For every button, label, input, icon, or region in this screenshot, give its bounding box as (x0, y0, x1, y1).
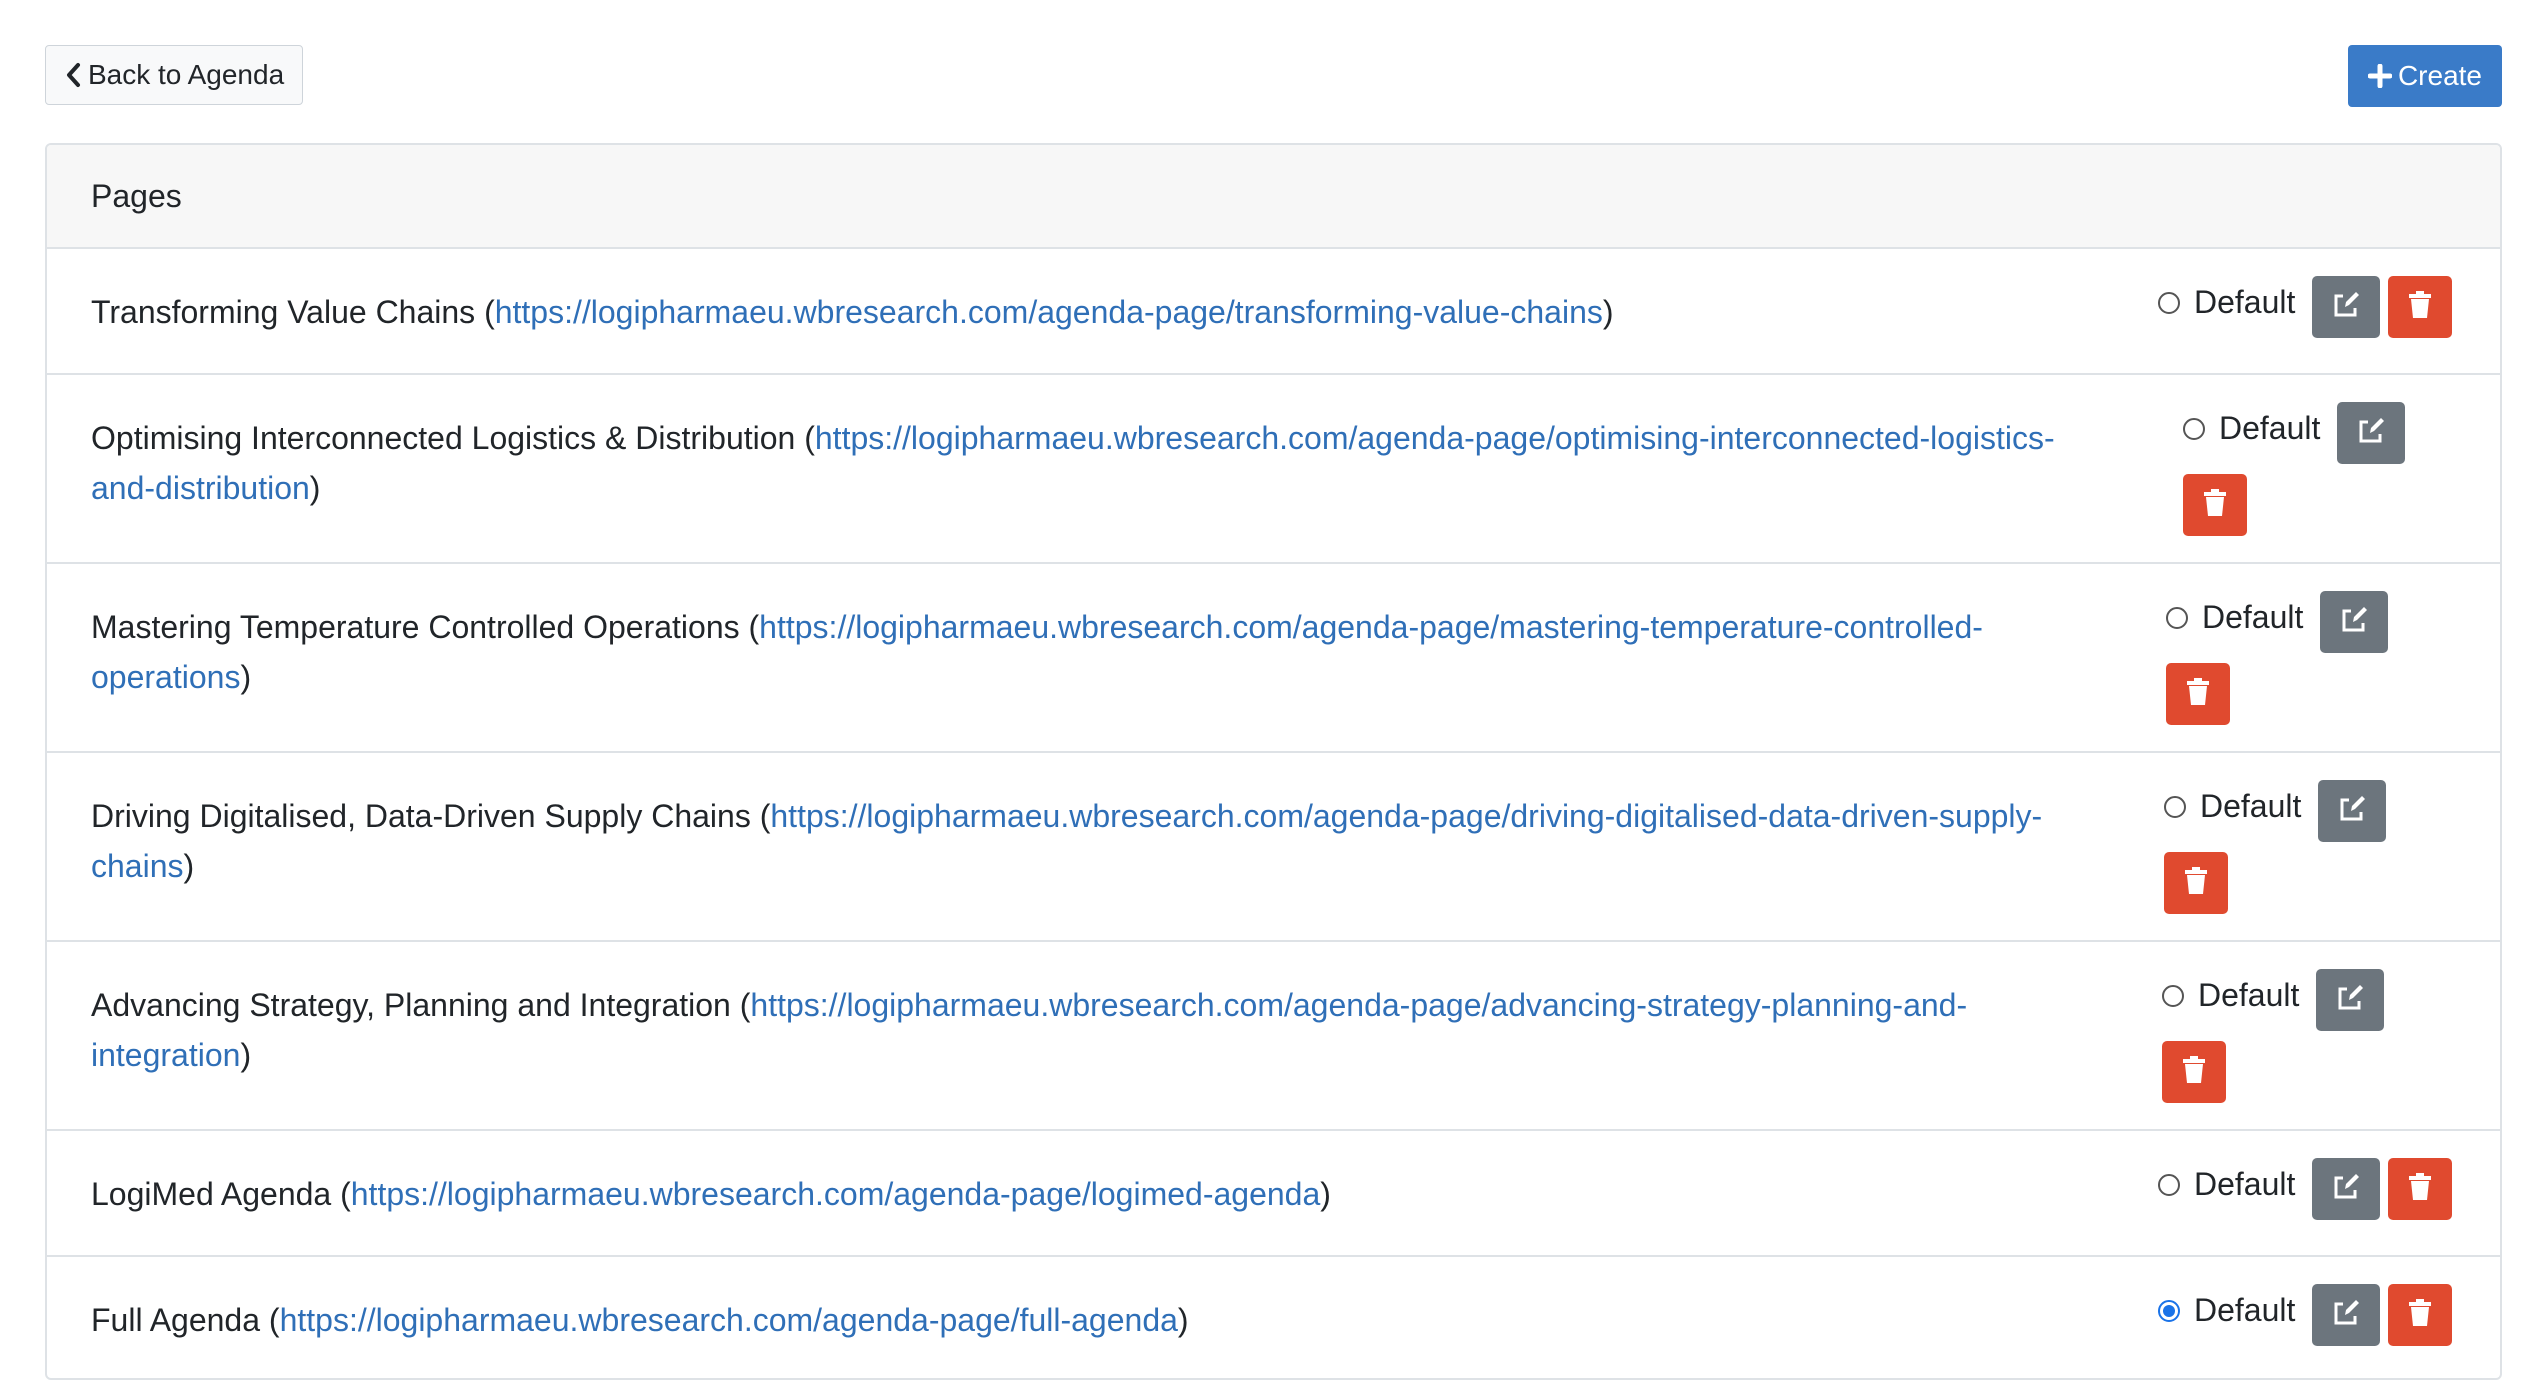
table-row: Driving Digitalised, Data-Driven Supply … (47, 753, 2500, 942)
page-title: Advancing Strategy, Planning and Integra… (91, 987, 731, 1023)
page-url-link-continued[interactable]: and-distribution (91, 470, 310, 506)
delete-button[interactable] (2164, 852, 2228, 914)
delete-button[interactable] (2388, 1158, 2452, 1220)
page-url-link[interactable]: https://logipharmaeu.wbresearch.com/agen… (759, 609, 1983, 645)
edit-button[interactable] (2320, 591, 2388, 653)
page-title: Transforming Value Chains (91, 294, 476, 330)
page-url-link[interactable]: https://logipharmaeu.wbresearch.com/agen… (815, 420, 2055, 456)
default-label: Default (2194, 284, 2296, 320)
edit-button[interactable] (2312, 1284, 2380, 1346)
trash-icon (2408, 290, 2432, 324)
default-radio[interactable] (2158, 1173, 2180, 1196)
page-url-link[interactable]: https://logipharmaeu.wbresearch.com/agen… (280, 1302, 1178, 1338)
default-radio-option[interactable]: Default (2158, 284, 2295, 321)
default-label: Default (2194, 1292, 2296, 1328)
edit-button[interactable] (2318, 780, 2386, 842)
page-url-link[interactable]: https://logipharmaeu.wbresearch.com/agen… (495, 294, 1603, 330)
trash-icon (2408, 1298, 2432, 1332)
pages-card: Pages Transforming Value Chains (https:/… (45, 143, 2502, 1380)
page-title: LogiMed Agenda (91, 1176, 332, 1212)
page-url-link[interactable]: https://logipharmaeu.wbresearch.com/agen… (351, 1176, 1321, 1212)
default-radio-option[interactable]: Default (2158, 1166, 2295, 1203)
edit-icon (2339, 605, 2369, 640)
table-row: Advancing Strategy, Planning and Integra… (47, 942, 2500, 1131)
page-url-link-continued[interactable]: chains (91, 848, 184, 884)
delete-button[interactable] (2166, 663, 2230, 725)
default-radio-option[interactable]: Default (2164, 788, 2301, 825)
page-title: Driving Digitalised, Data-Driven Supply … (91, 798, 751, 834)
trash-icon (2184, 866, 2208, 900)
delete-button[interactable] (2388, 276, 2452, 338)
default-radio-selected[interactable] (2158, 1299, 2180, 1322)
page-entry: LogiMed Agenda (https://logipharmaeu.wbr… (91, 1176, 1331, 1212)
default-radio[interactable] (2158, 291, 2180, 314)
chevron-left-icon (64, 62, 82, 88)
delete-button[interactable] (2162, 1041, 2226, 1103)
page-entry: Transforming Value Chains (https://logip… (91, 294, 1614, 330)
back-to-agenda-label: Back to Agenda (88, 59, 285, 90)
edit-button[interactable] (2312, 276, 2380, 338)
page-url-link[interactable]: https://logipharmaeu.wbresearch.com/agen… (770, 798, 2042, 834)
default-label: Default (2194, 1166, 2296, 1202)
top-toolbar: Back to Agenda Create (45, 45, 2502, 107)
default-radio-option[interactable]: Default (2183, 410, 2320, 447)
default-radio[interactable] (2183, 417, 2205, 440)
default-label: Default (2198, 977, 2300, 1013)
default-radio[interactable] (2162, 984, 2184, 1007)
default-label: Default (2200, 788, 2302, 824)
edit-button[interactable] (2316, 969, 2384, 1031)
page-entry: Full Agenda (https://logipharmaeu.wbrese… (91, 1302, 1189, 1338)
trash-icon (2408, 1172, 2432, 1206)
edit-icon (2331, 1298, 2361, 1333)
page-url-link[interactable]: https://logipharmaeu.wbresearch.com/agen… (750, 987, 1967, 1023)
edit-button[interactable] (2337, 402, 2405, 464)
default-radio-option[interactable]: Default (2166, 599, 2303, 636)
delete-button[interactable] (2183, 474, 2247, 536)
delete-button[interactable] (2388, 1284, 2452, 1346)
edit-icon (2356, 416, 2386, 451)
pages-card-header: Pages (47, 145, 2500, 249)
edit-icon (2335, 983, 2365, 1018)
table-row: Transforming Value Chains (https://logip… (47, 249, 2500, 375)
create-button[interactable]: Create (2347, 45, 2502, 107)
page-title: Full Agenda (91, 1302, 261, 1338)
plus-icon (2367, 64, 2392, 88)
default-radio[interactable] (2164, 795, 2186, 818)
edit-icon (2331, 290, 2361, 325)
default-radio-option[interactable]: Default (2162, 977, 2299, 1014)
page-entry: Driving Digitalised, Data-Driven Supply … (91, 798, 2043, 884)
default-label: Default (2219, 410, 2321, 446)
page-url-link-continued[interactable]: integration (91, 1037, 240, 1073)
table-row: Full Agenda (https://logipharmaeu.wbrese… (47, 1257, 2500, 1378)
page-entry: Mastering Temperature Controlled Operati… (91, 609, 1983, 695)
page-url-link-continued[interactable]: operations (91, 659, 240, 695)
edit-icon (2331, 1172, 2361, 1207)
trash-icon (2203, 488, 2227, 522)
table-row: Optimising Interconnected Logistics & Di… (47, 375, 2500, 564)
page-title: Optimising Interconnected Logistics & Di… (91, 420, 796, 456)
default-radio-option[interactable]: Default (2158, 1292, 2295, 1329)
trash-icon (2186, 677, 2210, 711)
back-to-agenda-button[interactable]: Back to Agenda (45, 45, 304, 105)
table-row: Mastering Temperature Controlled Operati… (47, 564, 2500, 753)
page-title: Mastering Temperature Controlled Operati… (91, 609, 740, 645)
default-radio[interactable] (2166, 606, 2188, 629)
create-label: Create (2397, 60, 2482, 91)
table-row: LogiMed Agenda (https://logipharmaeu.wbr… (47, 1131, 2500, 1257)
trash-icon (2182, 1055, 2206, 1089)
page-entry: Optimising Interconnected Logistics & Di… (91, 420, 2055, 506)
page-entry: Advancing Strategy, Planning and Integra… (91, 987, 1968, 1073)
edit-icon (2337, 794, 2367, 829)
edit-button[interactable] (2312, 1158, 2380, 1220)
default-label: Default (2202, 599, 2304, 635)
